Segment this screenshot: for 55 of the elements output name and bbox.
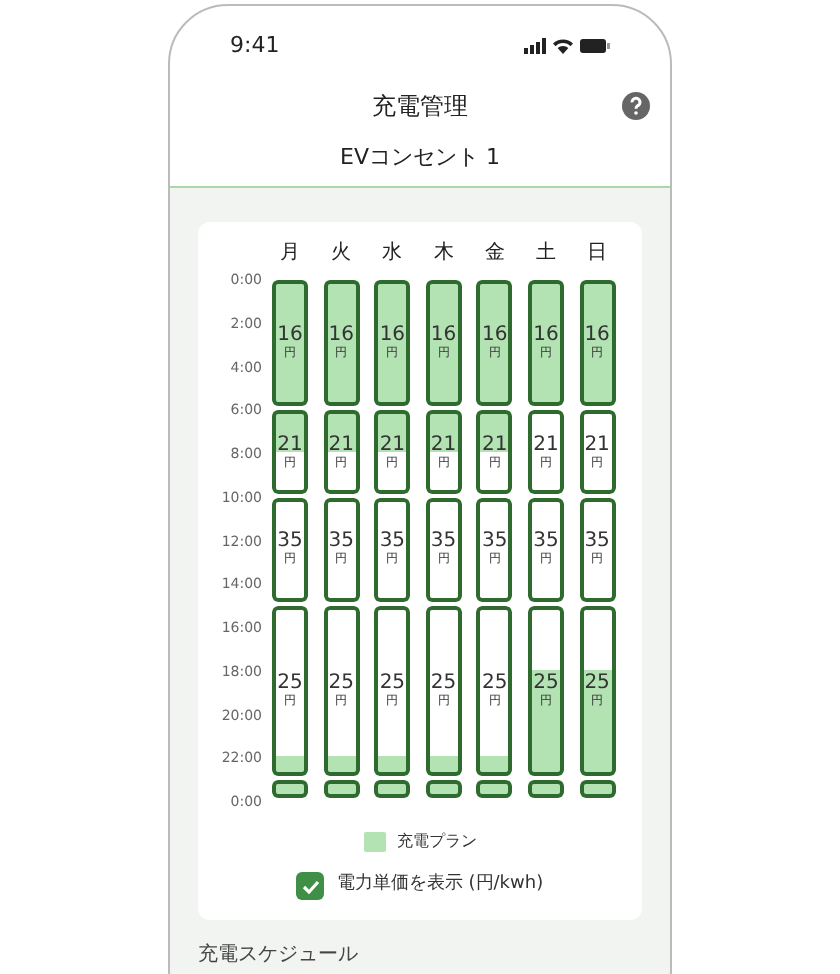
price-value: 25 (328, 674, 354, 695)
price-value: 25 (482, 674, 508, 695)
time-slot[interactable] (527, 780, 564, 798)
legend-label: 充電プラン (397, 830, 477, 854)
day-label: 木 (431, 239, 456, 268)
price-value: 16 (430, 326, 457, 347)
time-slot[interactable] (425, 780, 462, 798)
wifi-icon (552, 38, 574, 54)
price-value: 25 (533, 674, 559, 695)
page-title: 充電管理 (372, 90, 468, 124)
price-value: 21 (533, 435, 559, 455)
time-slot[interactable] (579, 780, 616, 798)
price-value: 25 (430, 674, 457, 695)
signal-icon (524, 38, 546, 54)
price-value: 35 (379, 532, 406, 553)
price-value: 35 (533, 532, 559, 553)
day-label: 金 (482, 240, 507, 268)
price-value: 21 (482, 435, 508, 455)
price-value: 35 (482, 532, 508, 553)
help-icon[interactable] (622, 92, 650, 120)
price-value: 25 (584, 674, 610, 695)
status-time: 9:41 (230, 29, 280, 62)
battery-icon (580, 38, 610, 54)
price-value: 25 (379, 674, 406, 695)
day-label: 火 (329, 239, 354, 268)
time-slot[interactable] (476, 780, 513, 798)
day-label: 水 (380, 239, 405, 268)
price-value: 35 (430, 532, 457, 553)
price-value: 35 (328, 532, 354, 553)
device-name: EVコンセント 1 (340, 142, 500, 174)
legend-swatch (363, 832, 385, 852)
price-value: 16 (533, 326, 559, 347)
price-value: 21 (379, 435, 406, 455)
checkbox-label: 電力単価を表示 (円/kwh) (336, 872, 544, 899)
price-value: 16 (482, 326, 508, 347)
price-value: 16 (584, 326, 610, 347)
price-value: 21 (584, 435, 610, 455)
check-icon (301, 879, 320, 893)
day-label: 土 (533, 239, 558, 268)
day-label: 月 (278, 240, 302, 268)
day-label: 日 (585, 240, 610, 268)
price-value: 25 (277, 674, 303, 695)
section-heading: 充電スケジュール (198, 941, 360, 970)
price-value: 21 (430, 435, 457, 455)
price-value: 16 (379, 326, 406, 347)
checkbox[interactable] (296, 872, 325, 900)
price-value: 16 (277, 326, 303, 347)
time-slot[interactable] (374, 780, 411, 798)
time-slot[interactable] (272, 780, 308, 798)
price-value: 16 (328, 326, 354, 347)
price-value: 35 (584, 532, 610, 553)
price-value: 35 (277, 532, 303, 553)
price-value: 21 (277, 435, 303, 455)
time-slot[interactable] (323, 780, 360, 798)
price-value: 21 (328, 435, 354, 455)
